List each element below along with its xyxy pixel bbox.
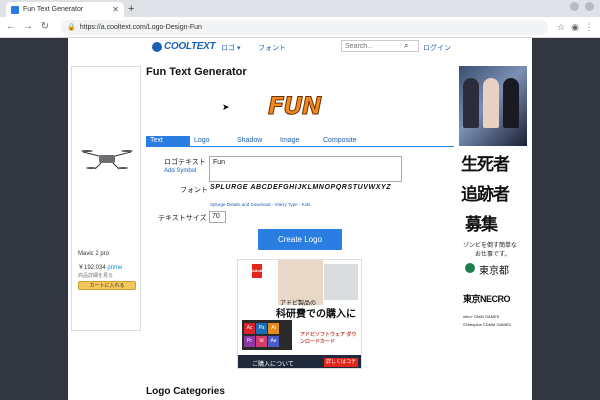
adobe-app-icons: Ac Ps Ai Pr Id Ae <box>242 320 292 350</box>
logo-text-input[interactable]: Fun <box>209 156 402 182</box>
new-tab-button[interactable]: + <box>128 3 134 15</box>
font-selector[interactable]: SPLURGE ABCDEFGHIJKLMNOPQRSTUVWXYZ <box>210 184 391 191</box>
browser-tab[interactable]: Fun Text Generator ✕ <box>6 2 124 17</box>
font-credit-link[interactable]: Splurge Details and Download - Vitezy Ty… <box>210 202 310 207</box>
ad-credits-2: ©Nitroplus ©DMM GAMES <box>463 322 511 327</box>
tab-text[interactable]: Text <box>146 136 190 147</box>
indesign-icon: Id <box>256 336 267 347</box>
ad-credits-1: nitro+ DMM GAMES <box>463 314 500 319</box>
drone-image <box>81 150 133 170</box>
bookmark-star-icon[interactable]: ☆ <box>554 22 568 33</box>
ad-line-1: 生死者 <box>461 155 510 174</box>
necro-logo: 東京NECRO <box>463 294 511 304</box>
character-figure <box>463 78 479 128</box>
reload-icon[interactable]: ↻ <box>38 20 52 34</box>
ad-bar-text: ご購入について <box>252 362 294 368</box>
login-link[interactable]: ログイン <box>423 43 451 53</box>
tokyo-text: 東京都 <box>479 266 509 277</box>
page-margin-right <box>532 38 600 400</box>
create-logo-button[interactable]: Create Logo <box>258 229 342 250</box>
mouse-cursor-icon: ➤ <box>222 102 230 112</box>
browser-tab-bar: Fun Text Generator ✕ + <box>0 0 600 17</box>
tab-logo[interactable]: Logo <box>194 137 210 144</box>
menu-icon[interactable]: ⋮ <box>582 22 596 33</box>
page-margin-left <box>0 38 68 400</box>
ad-anime-art-image <box>459 66 527 146</box>
tab-title: Fun Text Generator <box>23 6 84 13</box>
extension-icon[interactable]: ◉ <box>568 22 582 33</box>
logo-categories-heading: Logo Categories <box>146 386 225 397</box>
center-ad[interactable]: Adobe アドビ製品の 科研費での購入に Ac Ps Ai Pr Id Ae … <box>237 259 362 369</box>
add-to-cart-button[interactable]: カートに入れる <box>78 281 136 290</box>
text-size-label: テキストサイズ <box>158 215 207 222</box>
tab-shadow[interactable]: Shadow <box>237 137 262 144</box>
ad-line-3: 募集 <box>465 215 498 234</box>
maximize-icon[interactable] <box>585 2 594 11</box>
page-title: Fun Text Generator <box>146 66 247 78</box>
tab-image[interactable]: Image <box>280 137 299 144</box>
logo-preview: FUN <box>268 92 323 121</box>
premiere-icon: Pr <box>244 336 255 347</box>
ad-details-button[interactable]: 詳しくはコチラ <box>324 358 358 367</box>
acrobat-icon: Ac <box>244 323 255 334</box>
font-label: フォント <box>180 187 208 194</box>
cooltext-logo[interactable]: COOLTEXT <box>152 41 216 52</box>
cooltext-globe-icon <box>152 41 162 52</box>
right-ad[interactable]: 生死者 追跡者 募集 ゾンビを倒す簡単な お仕事です。 東京都 東京NECRO … <box>459 66 527 343</box>
nav-font-link[interactable]: フォント <box>258 43 286 53</box>
tokyo-emblem-icon <box>465 263 475 273</box>
lock-icon: 🔒 <box>67 24 76 31</box>
browser-toolbar: ← → ↻ 🔒 https://a.cooltext.com/Logo-Desi… <box>0 17 600 38</box>
logo-text: COOLTEXT <box>164 41 216 52</box>
left-ad[interactable]: Mavic 2 pro ￥192,034 prime 商品詳細を見る カートに入… <box>71 66 141 331</box>
tab-composite[interactable]: Composite <box>323 137 356 144</box>
text-size-stepper[interactable]: 70 <box>209 211 226 223</box>
editor-tabs: Text Logo Shadow Image Composite <box>146 136 454 147</box>
window-controls <box>570 2 594 11</box>
ad-note[interactable]: 商品詳細を見る <box>78 272 113 279</box>
nav-logo-menu[interactable]: ロゴ ▾ <box>221 43 240 53</box>
url-text: https://a.cooltext.com/Logo-Design-Fun <box>79 23 202 31</box>
ad-sub-1: ゾンビを倒す簡単な <box>463 243 518 249</box>
ad-price-value: ￥192,034 <box>78 265 106 271</box>
prime-badge: prime <box>107 265 123 271</box>
ad-headline: 科研費での購入に <box>276 309 356 320</box>
close-tab-icon[interactable]: ✕ <box>112 5 119 14</box>
photoshop-icon: Ps <box>256 323 267 334</box>
forward-arrow-icon[interactable]: → <box>21 20 35 34</box>
illustrator-icon: Ai <box>268 323 279 334</box>
ad-monitor-image <box>324 264 358 300</box>
site-favicon-icon <box>11 5 19 14</box>
address-bar[interactable]: 🔒 https://a.cooltext.com/Logo-Design-Fun <box>61 19 548 35</box>
minimize-icon[interactable] <box>570 2 579 11</box>
ad-promo-text: アドビソフトウェア ダウンロードカード <box>300 332 357 345</box>
back-arrow-icon[interactable]: ← <box>4 20 18 34</box>
site-header: COOLTEXT ロゴ ▾ フォント ⌕ ログイン <box>68 38 532 54</box>
logo-text-label: ロゴテキスト <box>164 159 206 166</box>
character-figure <box>483 78 499 128</box>
ad-sub-2: お仕事です。 <box>475 252 511 258</box>
adobe-logo-icon: Adobe <box>252 264 264 278</box>
search-icon[interactable]: ⌕ <box>404 41 408 51</box>
add-symbol-link[interactable]: Add Symbol <box>164 168 196 174</box>
ad-footer-bar: ご購入について 詳しくはコチラ <box>238 355 361 368</box>
ad-price: ￥192,034 prime <box>78 262 122 271</box>
after-effects-icon: Ae <box>268 336 279 347</box>
ad-line-2: 追跡者 <box>461 185 510 204</box>
ad-product-name: Mavic 2 pro <box>78 251 110 257</box>
character-figure <box>503 78 519 128</box>
